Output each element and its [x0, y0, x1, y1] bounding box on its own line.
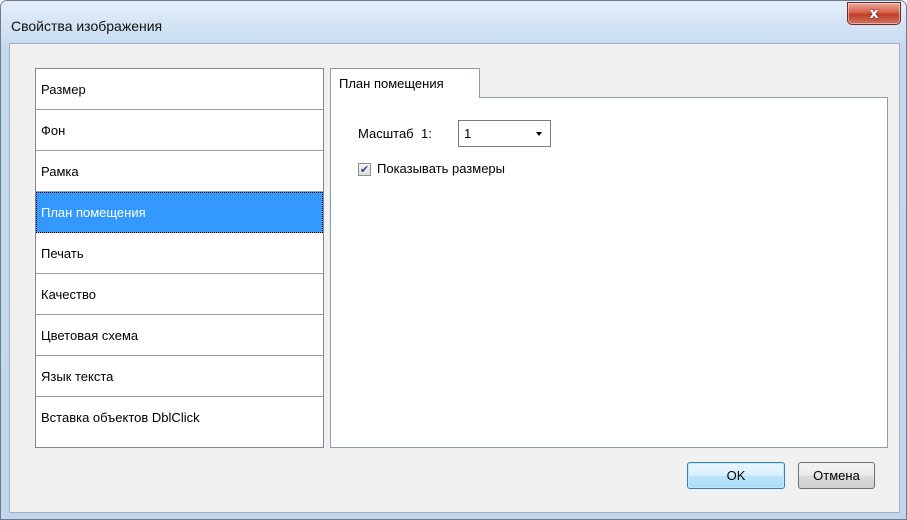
show-sizes-label[interactable]: Показывать размеры	[377, 161, 505, 176]
dialog-client-area: Размер Фон Рамка План помещения Печать К…	[9, 43, 900, 513]
category-item-color-scheme[interactable]: Цветовая схема	[36, 315, 323, 356]
scale-prefix: 1:	[421, 126, 432, 141]
scale-select-value: 1	[464, 126, 472, 141]
tab-floor-plan[interactable]: План помещения	[330, 68, 480, 98]
category-item-frame[interactable]: Рамка	[36, 151, 323, 192]
cancel-button[interactable]: Отмена	[798, 462, 875, 489]
scale-label: Масштаб	[358, 126, 414, 141]
category-item-floor-plan[interactable]: План помещения	[36, 192, 323, 233]
category-item-background[interactable]: Фон	[36, 110, 323, 151]
category-item-quality[interactable]: Качество	[36, 274, 323, 315]
dialog-window: Свойства изображения x Размер Фон Рамка …	[0, 0, 907, 520]
ok-button[interactable]: OK	[687, 462, 785, 489]
show-sizes-checkbox[interactable]: ✔	[358, 163, 371, 176]
category-item-text-language[interactable]: Язык текста	[36, 356, 323, 397]
window-title: Свойства изображения	[11, 18, 163, 34]
category-item-print[interactable]: Печать	[36, 233, 323, 274]
category-item-size[interactable]: Размер	[36, 69, 323, 110]
checkmark-icon: ✔	[359, 163, 370, 176]
tab-panel: Масштаб 1: 1 ✔ Показывать размеры	[330, 97, 888, 448]
chevron-down-icon[interactable]	[528, 121, 550, 146]
scale-select[interactable]: 1	[458, 120, 551, 147]
close-button[interactable]: x	[847, 2, 901, 25]
category-list: Размер Фон Рамка План помещения Печать К…	[35, 68, 324, 448]
close-icon: x	[869, 5, 879, 22]
title-bar[interactable]: Свойства изображения x	[1, 1, 906, 43]
category-item-dblclick-insert[interactable]: Вставка объектов DblClick	[36, 397, 323, 438]
